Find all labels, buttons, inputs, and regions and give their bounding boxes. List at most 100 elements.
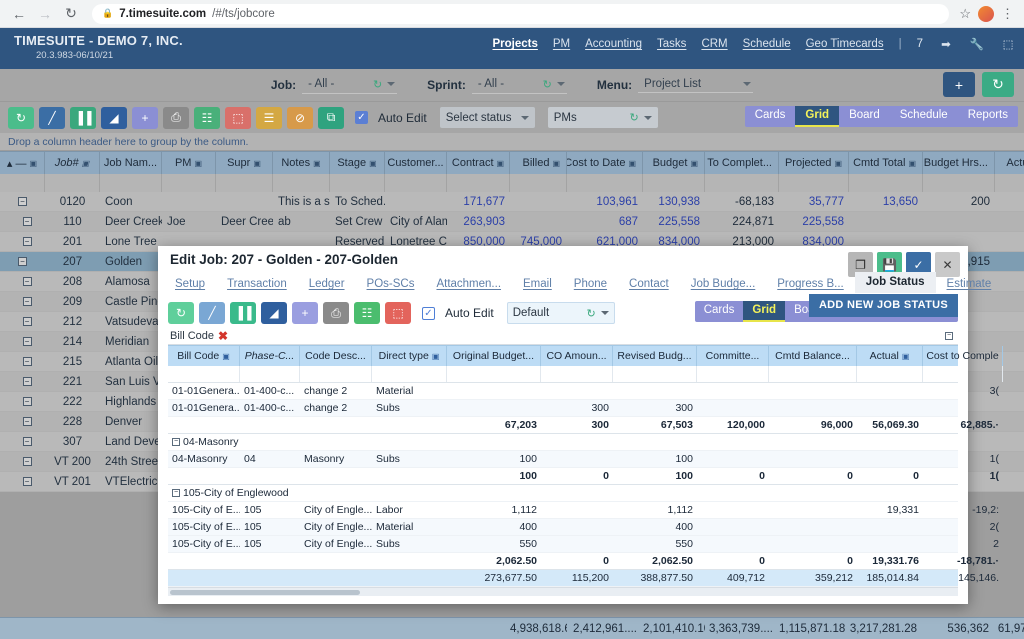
cell-actual-h[interactable] — [995, 292, 1024, 311]
cell-actual-h[interactable] — [995, 192, 1024, 211]
modal-tab-email[interactable]: Email — [512, 275, 563, 293]
modal-cell-revised-budg[interactable]: 2,062.50 — [613, 553, 697, 569]
cell-job[interactable]: 215 — [45, 352, 100, 371]
filter-icon[interactable]: ▣ — [902, 352, 910, 361]
select-status-dropdown[interactable]: Select status — [439, 107, 535, 128]
row-expander-cell[interactable]: − — [0, 352, 45, 371]
modal-tab-phone[interactable]: Phone — [563, 275, 618, 293]
modal-tab-pos-scs[interactable]: POs-SCs — [356, 275, 426, 293]
print-icon[interactable]: ⎙ — [323, 302, 349, 324]
filter-corner-icon[interactable]: ◢ — [261, 302, 287, 324]
align-icon[interactable]: ☰ — [256, 106, 282, 129]
cell-budget-hrs[interactable] — [923, 212, 995, 231]
filter-cell[interactable] — [849, 174, 923, 192]
modal-table-row[interactable]: 01-01Genera... 01-400-c... change 2 Subs 300… — [168, 400, 958, 417]
modal-cell-cmtd-balance[interactable] — [769, 519, 857, 535]
columns-icon[interactable]: ▐▐ — [230, 302, 256, 324]
modal-subtotal-row[interactable]: 100 0 100 0 0 0 1( — [168, 468, 999, 485]
expand-collapse-icon[interactable]: − — [172, 438, 180, 446]
cell-job[interactable]: 228 — [45, 412, 100, 431]
collapse-icon[interactable]: − — [945, 331, 953, 340]
modal-table-row[interactable]: 04-Masonry 04 Masonry Subs 100 100 1( — [168, 451, 999, 468]
copy-pages-icon[interactable]: ⧉ — [318, 106, 344, 129]
filter-icon[interactable]: ▣ — [834, 159, 842, 168]
back-icon[interactable]: ← — [8, 3, 30, 25]
modal-column-header-phase-c[interactable]: Phase-C... — [240, 346, 300, 366]
modal-cell-cost-to-comple[interactable]: 3( — [923, 383, 1003, 399]
column-header-notes[interactable]: Notes ▣ — [273, 152, 330, 174]
filter-cell[interactable] — [0, 174, 45, 192]
modal-column-header-original-budget[interactable]: Original Budget... — [447, 346, 541, 366]
refresh-icon[interactable]: ↻ — [629, 111, 638, 124]
modal-cell-code-desc[interactable] — [300, 570, 372, 586]
modal-cell-original-budget[interactable]: 2,062.50 — [447, 553, 541, 569]
modal-cell-actual[interactable] — [857, 400, 923, 416]
chevron-down-icon[interactable] — [556, 82, 565, 86]
modal-cell-actual[interactable] — [857, 383, 923, 399]
modal-filter-cell[interactable] — [697, 366, 769, 382]
modal-cell-bill-code[interactable]: 105-City of E... — [168, 536, 240, 552]
cell-cmtd-total[interactable]: 13,650 — [849, 192, 923, 211]
modal-cell-original-budget[interactable] — [447, 383, 541, 399]
top-nav-schedule[interactable]: Schedule — [743, 38, 791, 50]
modal-grand-total-row[interactable]: 273,677.50 115,200 388,877.50 409,712 359,21… — [168, 570, 999, 587]
expand-collapse-icon[interactable]: − — [22, 357, 32, 366]
filter-corner-icon[interactable]: ◢ — [101, 106, 127, 129]
modal-filter-cell[interactable] — [613, 366, 697, 382]
cell-job[interactable]: 209 — [45, 292, 100, 311]
modal-cell-phase-c[interactable]: 105 — [240, 519, 300, 535]
modal-column-header-bill-code[interactable]: Bill Code ▣ — [168, 346, 240, 366]
cell-job-nam[interactable]: Denver — [100, 412, 162, 431]
cell-actual-h[interactable] — [995, 232, 1024, 251]
view-tab-schedule[interactable]: Schedule — [890, 106, 958, 127]
add-button[interactable]: + — [943, 72, 975, 97]
filter-cell[interactable] — [162, 174, 216, 192]
filter-cell[interactable] — [995, 174, 1024, 192]
cell-job[interactable]: 214 — [45, 332, 100, 351]
modal-column-header-committe[interactable]: Committe... — [697, 346, 769, 366]
expand-collapse-icon[interactable]: − — [22, 277, 32, 286]
cell-job-nam[interactable]: San Luis Val... — [100, 372, 162, 391]
column-header-cost-to-date[interactable]: Cost to Date ▣ — [567, 152, 643, 174]
modal-cell-actual[interactable]: 19,331 — [857, 502, 923, 518]
cell-customer[interactable]: City of Alam... — [385, 212, 447, 231]
modal-cell-revised-budg[interactable]: 300 — [613, 400, 697, 416]
modal-cell-revised-budg[interactable]: 550 — [613, 536, 697, 552]
top-nav-projects[interactable]: Projects — [492, 38, 537, 50]
modal-table-row[interactable]: 105-City of E... 105 City of Engle... Subs 5… — [168, 536, 999, 553]
cell-budget-hrs[interactable]: 200 — [923, 192, 995, 211]
filter-cell[interactable] — [273, 174, 330, 192]
modal-tab-attachmen[interactable]: Attachmen... — [425, 275, 512, 293]
modal-cell-actual[interactable]: 56,069.30 — [857, 417, 923, 433]
row-expander-cell[interactable]: − — [0, 292, 45, 311]
main-grid-filter-row[interactable] — [0, 174, 1024, 192]
wrench-icon[interactable]: 🔧 — [969, 36, 985, 52]
pdf-export-icon[interactable]: ⬚ — [225, 106, 251, 129]
modal-cell-bill-code[interactable]: 01-01Genera... — [168, 383, 240, 399]
modal-cell-phase-c[interactable] — [240, 553, 300, 569]
top-nav-crm[interactable]: CRM — [701, 38, 727, 50]
modal-group-row[interactable]: −105-City of Englewood — [168, 485, 958, 502]
cell-budget[interactable]: 225,558 — [643, 212, 705, 231]
row-expander-cell[interactable]: − — [0, 412, 45, 431]
modal-cell-phase-c[interactable]: 105 — [240, 536, 300, 552]
reload-icon[interactable]: ↻ — [60, 3, 82, 25]
cell-job[interactable]: VT 201 — [45, 472, 100, 491]
modal-tab-job-status[interactable]: Job Status — [854, 272, 936, 293]
modal-cell-code-desc[interactable]: change 2 — [300, 383, 372, 399]
columns-icon[interactable]: ▐▐ — [70, 106, 96, 129]
top-nav-tasks[interactable]: Tasks — [657, 38, 686, 50]
expand-collapse-icon[interactable]: − — [22, 337, 32, 346]
cell-job-nam[interactable]: Deer Creek ... — [100, 212, 162, 231]
cell-job[interactable]: VT 200 — [45, 452, 100, 471]
modal-cell-phase-c[interactable] — [240, 417, 300, 433]
expand-collapse-icon[interactable]: − — [22, 397, 32, 406]
modal-cell-cost-to-comple[interactable]: -19,2: — [923, 502, 1003, 518]
cell-job[interactable]: 0120 — [45, 192, 100, 211]
modal-cell-actual[interactable] — [857, 451, 923, 467]
column-header-budget[interactable]: Budget ▣ — [643, 152, 705, 174]
auto-edit-checkbox[interactable]: ✓ — [355, 111, 368, 124]
cell-cost-to-date[interactable]: 103,961 — [567, 192, 643, 211]
cell-job[interactable]: 222 — [45, 392, 100, 411]
modal-cell-direct-type[interactable]: Material — [372, 383, 447, 399]
